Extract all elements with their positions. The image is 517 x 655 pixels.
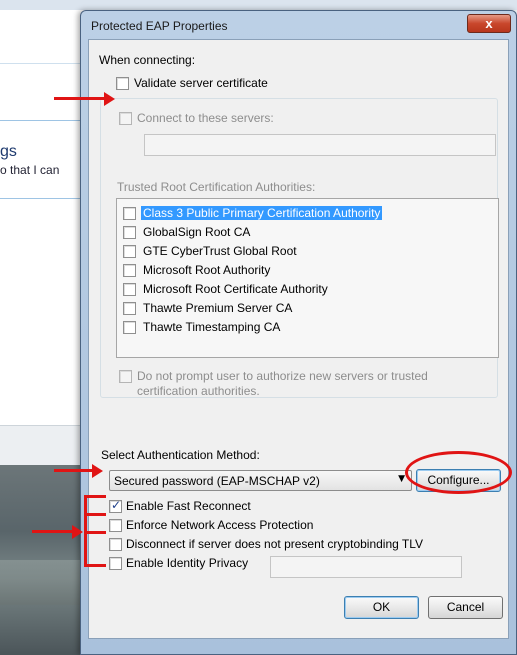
- ca-checkbox[interactable]: [123, 302, 136, 315]
- ca-label: GTE CyberTrust Global Root: [143, 244, 297, 258]
- ca-checkbox[interactable]: [123, 283, 136, 296]
- enforce-nap-label: Enforce Network Access Protection: [126, 518, 314, 532]
- ca-checkbox[interactable]: [123, 226, 136, 239]
- do-not-prompt-label-line1: Do not prompt user to authorize new serv…: [137, 369, 428, 383]
- identity-privacy-label: Enable Identity Privacy: [126, 556, 249, 570]
- background-divider: [0, 120, 86, 121]
- dropdown-arrow-icon: ▼: [398, 474, 405, 484]
- annotation-configure-circle: [405, 451, 512, 494]
- validate-server-certificate-checkbox[interactable]: [116, 77, 129, 90]
- cryptobinding-checkbox[interactable]: [109, 538, 122, 551]
- background-window-content: [0, 10, 86, 425]
- identity-privacy-input[interactable]: [270, 556, 462, 578]
- annotation-bracket-tick: [84, 564, 106, 567]
- annotation-arrow-head-icon: [72, 525, 83, 539]
- desktop-background-strip: [0, 560, 86, 605]
- close-button[interactable]: x: [467, 14, 511, 33]
- connect-to-servers-label: Connect to these servers:: [137, 111, 274, 125]
- ca-list-item[interactable]: GlobalSign Root CA: [123, 223, 493, 242]
- background-subtext: o that I can: [0, 163, 60, 177]
- dialog-client-area: When connecting: Validate server certifi…: [88, 39, 509, 639]
- do-not-prompt-checkbox[interactable]: [119, 370, 132, 383]
- ca-list-item[interactable]: Class 3 Public Primary Certification Aut…: [123, 204, 493, 223]
- background-divider: [0, 63, 86, 64]
- auth-method-value: Secured password (EAP-MSCHAP v2): [114, 474, 320, 488]
- ca-label: Thawte Premium Server CA: [143, 301, 293, 315]
- annotation-bracket-tick: [84, 495, 106, 498]
- enable-fast-reconnect-checkbox[interactable]: [109, 498, 122, 513]
- background-divider: [0, 198, 86, 199]
- cancel-button[interactable]: Cancel: [428, 596, 503, 619]
- annotation-bracket-tick: [84, 531, 106, 534]
- ca-label: Microsoft Root Certificate Authority: [143, 282, 328, 296]
- auth-method-label: Select Authentication Method:: [101, 448, 260, 462]
- trusted-root-ca-list[interactable]: Class 3 Public Primary Certification Aut…: [116, 198, 499, 358]
- ca-checkbox[interactable]: [123, 264, 136, 277]
- peap-properties-dialog: Protected EAP Properties x When connecti…: [80, 10, 517, 655]
- background-window-footer: [0, 425, 86, 465]
- connect-to-servers-checkbox[interactable]: [119, 112, 132, 125]
- validate-server-certificate-label: Validate server certificate: [134, 76, 268, 90]
- enforce-nap-checkbox[interactable]: [109, 519, 122, 532]
- dialog-title: Protected EAP Properties: [91, 19, 228, 33]
- servers-input[interactable]: [144, 134, 496, 156]
- annotation-arrow-head-icon: [92, 464, 103, 478]
- trusted-root-ca-label: Trusted Root Certification Authorities:: [117, 180, 316, 194]
- ca-checkbox[interactable]: [123, 321, 136, 334]
- ca-label: Thawte Timestamping CA: [143, 320, 281, 334]
- when-connecting-label: When connecting:: [99, 53, 196, 67]
- do-not-prompt-label-line2: certification authorities.: [137, 384, 260, 398]
- background-window-top-strip: [0, 0, 517, 10]
- ca-checkbox[interactable]: [123, 245, 136, 258]
- annotation-arrow-line: [54, 469, 94, 472]
- ca-label: Microsoft Root Authority: [143, 263, 271, 277]
- ca-list-item[interactable]: GTE CyberTrust Global Root: [123, 242, 493, 261]
- dialog-title-bar[interactable]: Protected EAP Properties x: [81, 11, 516, 39]
- close-icon: x: [485, 16, 493, 31]
- background-heading: gs: [0, 143, 17, 160]
- annotation-arrow-head-icon: [104, 92, 115, 106]
- ca-list-item[interactable]: Thawte Premium Server CA: [123, 299, 493, 318]
- annotation-arrow-line: [32, 530, 74, 533]
- ca-list-item[interactable]: Microsoft Root Certificate Authority: [123, 280, 493, 299]
- ca-list-item[interactable]: Microsoft Root Authority: [123, 261, 493, 280]
- ok-button[interactable]: OK: [344, 596, 419, 619]
- cryptobinding-label: Disconnect if server does not present cr…: [126, 537, 424, 551]
- auth-method-dropdown[interactable]: Secured password (EAP-MSCHAP v2) ▼: [109, 470, 412, 491]
- ca-checkbox[interactable]: [123, 207, 136, 220]
- ca-label: Class 3 Public Primary Certification Aut…: [141, 206, 383, 220]
- ca-label: GlobalSign Root CA: [143, 225, 251, 239]
- ca-list-item[interactable]: Thawte Timestamping CA: [123, 318, 493, 337]
- identity-privacy-checkbox[interactable]: [109, 557, 122, 570]
- annotation-bracket-tick: [84, 513, 106, 516]
- enable-fast-reconnect-label: Enable Fast Reconnect: [126, 499, 251, 513]
- annotation-arrow-line: [54, 97, 106, 100]
